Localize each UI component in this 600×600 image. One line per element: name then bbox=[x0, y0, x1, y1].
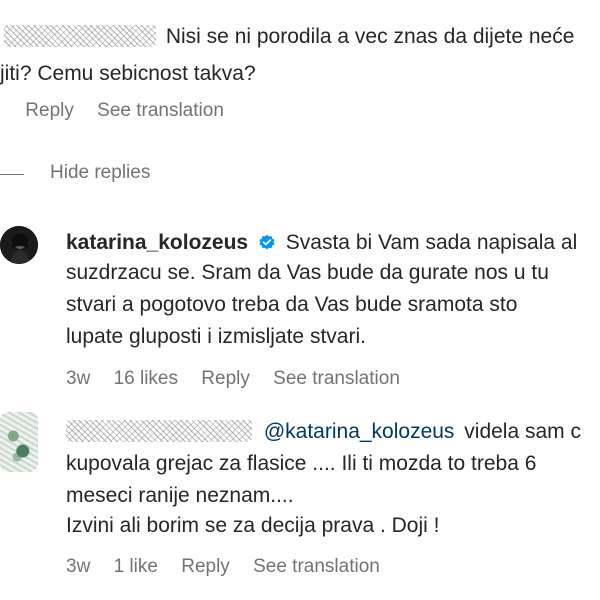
hide-replies-row[interactable]: Hide replies bbox=[0, 158, 300, 192]
reply-obscured-user: @katarina_kolozeus videla sam c kupovala… bbox=[66, 416, 600, 586]
timestamp: 3w bbox=[66, 556, 91, 577]
comment-text-line-3: meseci ranije neznam.... bbox=[66, 484, 294, 507]
comment-text-line-1: Svasta bi Vam sada napisala al bbox=[285, 231, 578, 254]
reply-katarina: katarina_kolozeus Svasta bi Vam sada nap… bbox=[66, 227, 600, 397]
timestamp: 3w bbox=[66, 368, 91, 389]
reply-button[interactable]: Reply bbox=[25, 100, 74, 121]
replies-divider-line bbox=[0, 174, 24, 175]
see-translation-button[interactable]: See translation bbox=[273, 368, 400, 389]
comment-text-line-4: Izvini ali borim se za decija prava . Do… bbox=[66, 514, 440, 537]
likes-count[interactable]: 1 like bbox=[114, 556, 158, 577]
see-translation-button[interactable]: See translation bbox=[253, 556, 380, 577]
comment-text-line-2: jiti? Cemu sebicnost takva? bbox=[0, 62, 256, 85]
username[interactable]: katarina_kolozeus bbox=[66, 231, 248, 254]
obscured-username bbox=[66, 420, 252, 442]
see-translation-button[interactable]: See translation bbox=[97, 100, 224, 121]
reply-button[interactable]: Reply bbox=[181, 556, 230, 577]
comment-text-line-1: Nisi se ni porodila a vec znas da dijete… bbox=[165, 25, 575, 48]
hide-replies-button[interactable]: Hide replies bbox=[50, 162, 150, 184]
comment-text-line-2: kupovala grejac za flasice .... Ili ti m… bbox=[66, 452, 537, 475]
comment-text-line-4: lupate gluposti i izmisljate stvari. bbox=[66, 325, 366, 348]
comment-text-line-1: videla sam c bbox=[464, 420, 581, 443]
reply-button[interactable]: Reply bbox=[201, 368, 250, 389]
avatar[interactable] bbox=[0, 226, 38, 264]
comment-text-line-3: stvari a pogotovo treba da Vas bude sram… bbox=[66, 293, 518, 316]
avatar[interactable] bbox=[0, 412, 38, 472]
likes-count[interactable]: 16 likes bbox=[114, 368, 178, 389]
obscured-username bbox=[4, 25, 156, 47]
top-comment: Nisi se ni porodila a vec znas da dijete… bbox=[0, 0, 600, 140]
profile-photo bbox=[0, 226, 38, 264]
mention-link[interactable]: @katarina_kolozeus bbox=[264, 420, 455, 443]
comment-text-line-2: suzdrzacu se. Sram da Vas bude da gurate… bbox=[66, 261, 549, 284]
